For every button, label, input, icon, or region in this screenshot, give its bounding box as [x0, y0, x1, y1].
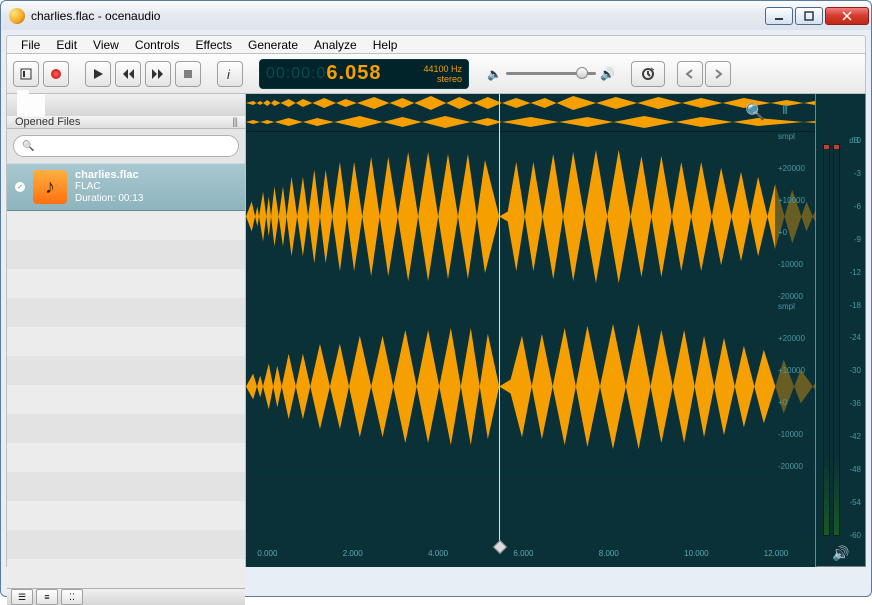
- file-item[interactable]: ✓ ♪ charlies.flac FLAC Duration: 00:13: [7, 163, 245, 211]
- menu-controls[interactable]: Controls: [127, 36, 188, 54]
- db-meter: dB 0-3-6-9-12-18-24-30-36-42-48-54-60 🔊: [816, 94, 866, 567]
- nav-back-button[interactable]: [677, 61, 703, 87]
- toolbar: i 00:00:06.058 44100 Hzstereo 🔈 🔊: [6, 54, 866, 94]
- view-grid-button[interactable]: ⁚⁚: [61, 589, 83, 605]
- time-ruler[interactable]: 0.000 2.000 4.000 6.000 8.000 10.000 12.…: [246, 547, 815, 567]
- overview-track[interactable]: 🔍 |||: [246, 94, 815, 132]
- sidebar-header[interactable]: [7, 94, 245, 116]
- speaker-low-icon: 🔈: [487, 67, 502, 81]
- file-thumb-icon: ♪: [33, 170, 67, 204]
- db-scale: 0-3-6-9-12-18-24-30-36-42-48-54-60: [849, 136, 861, 540]
- menu-file[interactable]: File: [13, 36, 48, 54]
- menu-effects[interactable]: Effects: [188, 36, 240, 54]
- meter-bars: [823, 144, 843, 536]
- minimize-button[interactable]: [765, 7, 793, 25]
- record-button[interactable]: [43, 61, 69, 87]
- time-dim: 00:00:0: [266, 65, 326, 83]
- menu-view[interactable]: View: [85, 36, 127, 54]
- menubar: File Edit View Controls Effects Generate…: [6, 35, 866, 54]
- stop-button[interactable]: [175, 61, 201, 87]
- window-title: charlies.flac - ocenaudio: [31, 9, 765, 23]
- info-button[interactable]: i: [217, 61, 243, 87]
- play-button[interactable]: [85, 61, 111, 87]
- maximize-button[interactable]: [795, 7, 823, 25]
- titlebar: charlies.flac - ocenaudio: [0, 0, 872, 30]
- time-display[interactable]: 00:00:06.058 44100 Hzstereo: [259, 59, 469, 89]
- waveform-channel-left[interactable]: smpl+20000+10000+0-10000-20000: [246, 132, 815, 302]
- menu-help[interactable]: Help: [365, 36, 406, 54]
- close-button[interactable]: [825, 7, 869, 25]
- sidebar-section-header: Opened Files |||: [7, 116, 245, 129]
- time-meta: 44100 Hzstereo: [423, 64, 462, 84]
- grip-icon[interactable]: |||: [232, 117, 237, 128]
- folder-icon: [17, 94, 45, 116]
- zoom-in-icon[interactable]: 🔍: [745, 102, 765, 122]
- waveform-channel-right[interactable]: smpl+20000+10000+0-10000-20000: [246, 302, 815, 472]
- check-icon: ✓: [15, 182, 25, 192]
- speaker-high-icon: 🔊: [600, 67, 615, 81]
- amplitude-scale: smpl+20000+10000+0-10000-20000: [775, 302, 815, 471]
- menu-edit[interactable]: Edit: [48, 36, 85, 54]
- svg-text:i: i: [227, 68, 231, 80]
- amplitude-scale: smpl+20000+10000+0-10000-20000: [775, 132, 815, 301]
- sidebar-search: [7, 129, 245, 163]
- waveform-area[interactable]: 🔍 ||| smpl+20000+10000+0-10000-20000 smp…: [246, 94, 816, 567]
- sidebar: Opened Files ||| ✓ ♪ charlies.flac FLAC …: [6, 94, 246, 567]
- nav-forward-button[interactable]: [705, 61, 731, 87]
- app-icon: [9, 8, 25, 24]
- forward-button[interactable]: [145, 61, 171, 87]
- panel-grip-icon[interactable]: |||: [782, 104, 787, 115]
- file-list: ✓ ♪ charlies.flac FLAC Duration: 00:13: [7, 163, 245, 588]
- menu-generate[interactable]: Generate: [240, 36, 306, 54]
- menu-analyze[interactable]: Analyze: [306, 36, 365, 54]
- goto-start-button[interactable]: [13, 61, 39, 87]
- view-list-button[interactable]: ☰: [11, 589, 33, 605]
- view-detail-button[interactable]: ≡: [36, 589, 58, 605]
- volume-slider[interactable]: 🔈 🔊: [487, 67, 615, 81]
- file-meta: charlies.flac FLAC Duration: 00:13: [75, 169, 143, 205]
- rewind-button[interactable]: [115, 61, 141, 87]
- history-button[interactable]: [631, 61, 665, 87]
- speaker-icon[interactable]: 🔊: [817, 545, 865, 562]
- time-main: 6.058: [326, 62, 381, 85]
- search-input[interactable]: [13, 135, 239, 157]
- playhead-cursor[interactable]: [499, 94, 500, 546]
